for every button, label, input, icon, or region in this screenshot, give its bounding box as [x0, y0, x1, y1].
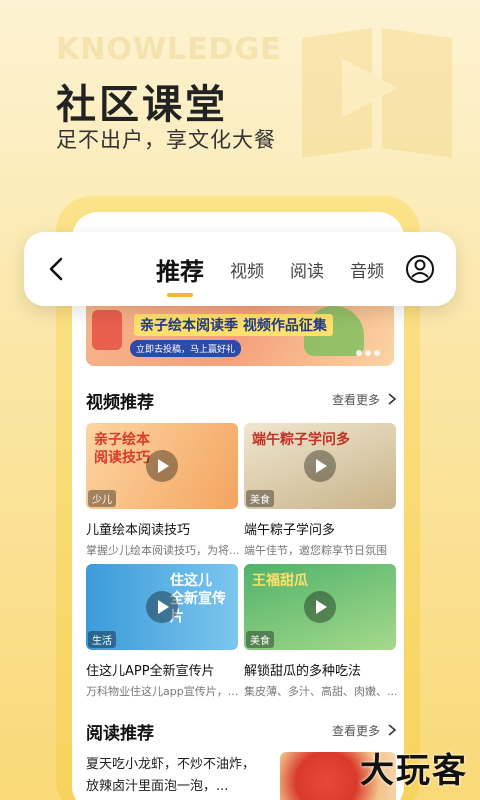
- tab-reading[interactable]: 阅读: [290, 257, 324, 282]
- video-thumbnail: 王福甜瓜 美食: [244, 564, 396, 650]
- chevron-right-icon[interactable]: [386, 392, 398, 406]
- tab-recommend[interactable]: 推荐: [156, 252, 204, 297]
- category-tag: 美食: [246, 490, 274, 507]
- category-tag: 生活: [88, 631, 116, 648]
- video-thumbnail: 住这儿 全新宣传片 生活: [86, 564, 238, 650]
- back-arrow-icon[interactable]: [40, 252, 74, 286]
- play-icon: [304, 450, 336, 482]
- hero-subtitle: 足不出户，享文化大餐: [56, 128, 276, 152]
- book-play-icon: [302, 28, 452, 158]
- video-description: 集皮薄、多汁、高甜、肉嫩、...: [244, 685, 396, 698]
- thumbnail-caption: 端午粽子学问多: [252, 432, 350, 448]
- play-icon: [146, 450, 178, 482]
- promo-banner[interactable]: 亲子绘本阅读季 视频作品征集 立即去投稿，马上赢好礼: [86, 300, 394, 366]
- play-icon: [146, 591, 178, 623]
- video-card[interactable]: 王福甜瓜 美食 解锁甜瓜的多种吃法 集皮薄、多汁、高甜、肉嫩、...: [244, 564, 396, 699]
- user-profile-icon[interactable]: [400, 249, 440, 289]
- play-icon: [304, 591, 336, 623]
- top-navigation-bar: 推荐 视频 阅读 音频: [24, 232, 456, 306]
- banner-page-dots: [356, 350, 380, 356]
- hero-background-word: KNOWLEDGE: [56, 32, 282, 67]
- chevron-right-icon[interactable]: [386, 723, 398, 737]
- category-tabs: 推荐 视频 阅读 音频: [156, 232, 410, 306]
- thumbnail-caption: 住这儿 全新宣传片: [170, 573, 226, 625]
- video-title: 解锁甜瓜的多种吃法: [244, 664, 362, 679]
- reading-section-title: 阅读推荐: [86, 724, 154, 744]
- reading-see-more-link[interactable]: 查看更多: [332, 722, 380, 739]
- video-see-more-link[interactable]: 查看更多: [332, 391, 380, 408]
- category-tag: 美食: [246, 631, 274, 648]
- hero-title: 社区课堂: [56, 82, 228, 128]
- thumbnail-caption: 亲子绘本 阅读技巧: [94, 432, 150, 466]
- video-description: 掌握少儿绘本阅读技巧，为将...: [86, 544, 238, 557]
- banner-subtitle: 立即去投稿，马上赢好礼: [130, 340, 242, 357]
- article-snippet[interactable]: 夏天吃小龙虾，不炒不油炸，放辣卤汁里面泡一泡，...: [86, 754, 266, 798]
- video-title: 儿童绘本阅读技巧: [86, 523, 191, 538]
- watermark-logo: 大玩客: [360, 751, 468, 791]
- banner-title: 亲子绘本阅读季 视频作品征集: [134, 314, 333, 336]
- category-tag: 少儿: [88, 490, 116, 507]
- video-title: 端午粽子学问多: [244, 523, 336, 538]
- video-thumbnail: 端午粽子学问多 美食: [244, 423, 396, 509]
- tab-audio[interactable]: 音频: [350, 257, 384, 282]
- video-section-title: 视频推荐: [86, 393, 154, 413]
- video-description: 万科物业住这儿app宣传片，...: [86, 685, 238, 698]
- thumbnail-caption: 王福甜瓜: [252, 573, 308, 589]
- tab-video[interactable]: 视频: [230, 257, 264, 282]
- video-card[interactable]: 亲子绘本 阅读技巧 少儿 儿童绘本阅读技巧 掌握少儿绘本阅读技巧，为将...: [86, 423, 238, 558]
- banner-illustration: [92, 310, 122, 350]
- video-thumbnail: 亲子绘本 阅读技巧 少儿: [86, 423, 238, 509]
- video-card[interactable]: 住这儿 全新宣传片 生活 住这儿APP全新宣传片 万科物业住这儿app宣传片，..…: [86, 564, 238, 699]
- video-title: 住这儿APP全新宣传片: [86, 664, 215, 679]
- video-description: 端午佳节，邀您粽享节日氛围: [244, 544, 387, 557]
- video-card[interactable]: 端午粽子学问多 美食 端午粽子学问多 端午佳节，邀您粽享节日氛围: [244, 423, 396, 558]
